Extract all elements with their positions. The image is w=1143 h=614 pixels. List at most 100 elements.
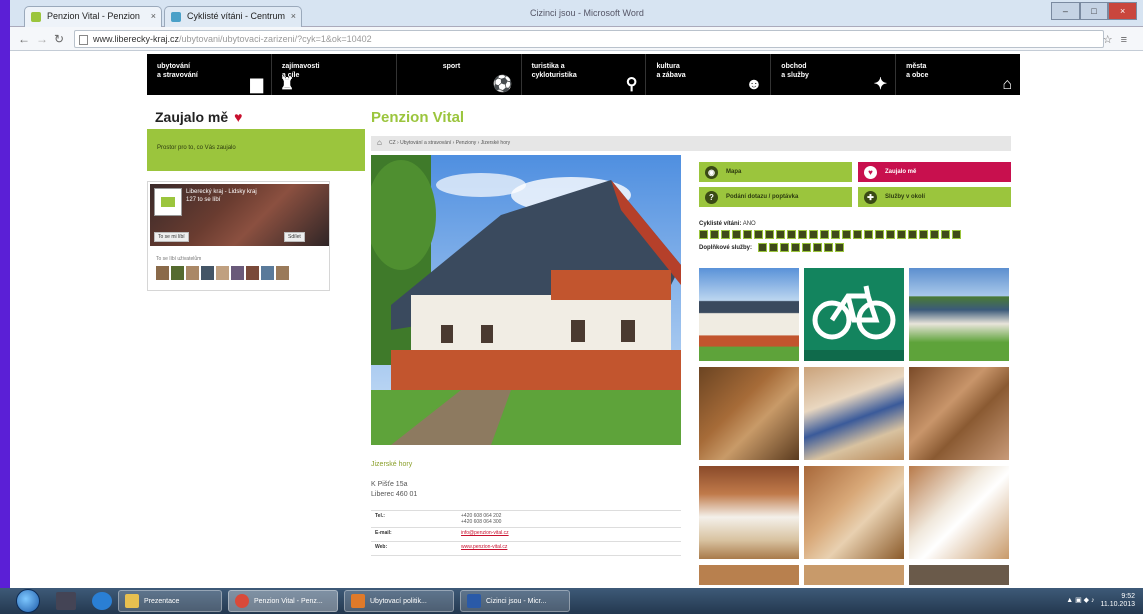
avatar[interactable]: [261, 266, 274, 280]
avatar[interactable]: [246, 266, 259, 280]
nav-label: sport: [442, 63, 461, 70]
nav-item-accommodation[interactable]: ubytování a stravování ▆: [147, 54, 272, 95]
avatar[interactable]: [156, 266, 169, 280]
contact-row: Web: www.penzion-vital.cz: [371, 542, 681, 556]
web-link[interactable]: www.penzion-vital.cz: [461, 544, 507, 553]
nav-item-tourism[interactable]: turistika a cykloturistika ⚲: [522, 54, 647, 95]
tray-icons[interactable]: ▲ ▣ ◆ ♪: [1066, 597, 1094, 605]
facebook-friends-label: To se líbí uživatelům: [156, 256, 202, 262]
nav-item-cities[interactable]: města a obce ⌂: [896, 54, 1020, 95]
taskbar-item[interactable]: Cizinci jsou - Micr...: [460, 590, 570, 612]
page-favicon-icon: [31, 12, 41, 22]
nav-item-shopping[interactable]: obchod a služby ✦: [771, 54, 897, 95]
reload-icon[interactable]: ↻: [54, 32, 64, 46]
breadcrumb-text[interactable]: CZ › Ubytování a stravování › Penziony ›…: [389, 140, 510, 146]
sidebar: Zaujalo mě ♥ Prostor pro to, co Vás zauja…: [147, 109, 365, 291]
gallery-thumb-living-room[interactable]: [909, 367, 1009, 460]
facility-icon: [886, 230, 895, 239]
gallery-thumb-kitchen[interactable]: [699, 367, 799, 460]
main-photo[interactable]: [371, 155, 681, 445]
browser-tab[interactable]: Cyklisté vítáni - Centrum ×: [164, 6, 302, 27]
window-controls: – □ ×: [1051, 2, 1138, 20]
forward-icon[interactable]: →: [36, 32, 48, 46]
facility-label: Cyklisté vítáni:: [699, 221, 742, 227]
facility-icon: [765, 230, 774, 239]
clock[interactable]: 9:52 11.10.2013: [1100, 593, 1135, 609]
gallery-thumb-exterior[interactable]: [699, 268, 799, 361]
avatar[interactable]: [216, 266, 229, 280]
nav-item-culture[interactable]: kultura a zábava ☻: [646, 54, 772, 95]
region-name[interactable]: Jizerské hory: [371, 461, 681, 468]
toolbar-icons[interactable]: ☆≡: [1103, 33, 1135, 46]
gallery-thumb-more[interactable]: [699, 565, 799, 585]
taskbar-item[interactable]: Prezentace: [118, 590, 222, 612]
facebook-page-name[interactable]: Liberecký kraj - Lidsky kraj 127 to se lí…: [186, 188, 257, 204]
windows-taskbar: Prezentace Penzion Vital - Penz... Ubyto…: [0, 588, 1143, 614]
url-input[interactable]: www.liberecky-kraj.cz/ubytovani/ubytovac…: [74, 30, 1104, 48]
gallery-thumb-bathroom[interactable]: [909, 466, 1009, 559]
home-icon[interactable]: ⌂: [377, 138, 382, 147]
media-player-icon[interactable]: [56, 592, 76, 610]
nav-label: turistika a cykloturistika: [531, 63, 577, 79]
nav-label: kultura a zábava: [656, 63, 686, 79]
avatar[interactable]: [171, 266, 184, 280]
gallery-thumb-dining[interactable]: [804, 466, 904, 559]
cyclists-welcome-row: Cyklisté vítáni: ANO: [699, 221, 1011, 239]
bed-icon: ▆: [250, 76, 263, 93]
nav-item-sport[interactable]: sport ⚽: [397, 54, 522, 95]
gallery-thumb-exterior-2[interactable]: [909, 268, 1009, 361]
browser-tab-active[interactable]: Penzion Vital - Penzion ×: [24, 6, 162, 27]
shopping-icon: ✦: [873, 76, 888, 93]
gallery-thumb-bedroom-2[interactable]: [699, 466, 799, 559]
back-icon[interactable]: ←: [18, 32, 30, 46]
gallery-thumb-more[interactable]: [804, 565, 904, 585]
internet-explorer-icon[interactable]: [92, 592, 112, 610]
close-button[interactable]: ×: [1108, 2, 1138, 20]
services-icon: ✚: [864, 190, 877, 204]
button-label: Zaujalo mě: [885, 169, 917, 175]
gallery-thumb-more[interactable]: [909, 565, 1009, 585]
contact-value: +420 608 064 202 +420 608 064 300: [461, 513, 502, 525]
email-link[interactable]: info@penzion-vital.cz: [461, 530, 509, 539]
taskbar-item-label: Prezentace: [144, 597, 180, 605]
gallery-thumb-bedroom[interactable]: [804, 367, 904, 460]
avatar[interactable]: [276, 266, 289, 280]
avatar[interactable]: [186, 266, 199, 280]
start-button[interactable]: [16, 589, 40, 613]
nav-item-attractions[interactable]: zajímavosti a cíle ♜: [272, 54, 397, 95]
add-to-favorites-button[interactable]: ♥ Zaujalo mě: [858, 162, 1011, 182]
favorites-title: Zaujalo mě ♥: [155, 109, 365, 125]
avatar[interactable]: [201, 266, 214, 280]
tab-close-icon[interactable]: ×: [291, 11, 296, 21]
facebook-share-button[interactable]: Sdílet: [284, 232, 305, 242]
facebook-page-logo[interactable]: [154, 188, 182, 216]
service-icons: [757, 243, 844, 252]
contact-key: Web:: [375, 544, 388, 550]
facility-icons: [699, 230, 961, 239]
home-icon: ⌂: [1002, 76, 1013, 93]
address: K Pišťe 15a Liberec 460 01: [371, 480, 681, 500]
map-button[interactable]: ◉ Mapa: [699, 162, 852, 182]
minimize-button[interactable]: –: [1051, 2, 1080, 20]
service-icon: [790, 243, 800, 252]
pension-house-photo: [371, 155, 681, 445]
maximize-button[interactable]: □: [1079, 2, 1109, 20]
bike-icon: ⚲: [625, 76, 638, 93]
url-host: www.liberecky-kraj.cz: [93, 34, 180, 44]
nearby-services-button[interactable]: ✚ Služby v okolí: [858, 187, 1011, 207]
inquiry-button[interactable]: ? Podání dotazu / poptávka: [699, 187, 852, 207]
facility-icon: [831, 230, 840, 239]
tab-close-icon[interactable]: ×: [151, 11, 156, 21]
service-icon: [757, 243, 767, 252]
castle-icon: ♜: [279, 76, 295, 93]
taskbar-item-active[interactable]: Penzion Vital - Penz...: [228, 590, 338, 612]
contact-info: Jizerské hory K Pišťe 15a Liberec 460 01…: [371, 461, 681, 556]
avatar[interactable]: [231, 266, 244, 280]
main-content: Penzion Vital ⌂ CZ › Ubytování a stravov…: [371, 109, 1021, 585]
button-label: Mapa: [726, 169, 742, 175]
clock-date: 11.10.2013: [1100, 601, 1135, 608]
facebook-like-button[interactable]: To se mi líbí: [154, 232, 189, 242]
gallery-thumb-cyclists-welcome-logo[interactable]: [804, 268, 904, 361]
taskbar-item[interactable]: Ubytovací politik...: [344, 590, 454, 612]
breadcrumb: ⌂ CZ › Ubytování a stravování › Penziony…: [371, 136, 1011, 151]
